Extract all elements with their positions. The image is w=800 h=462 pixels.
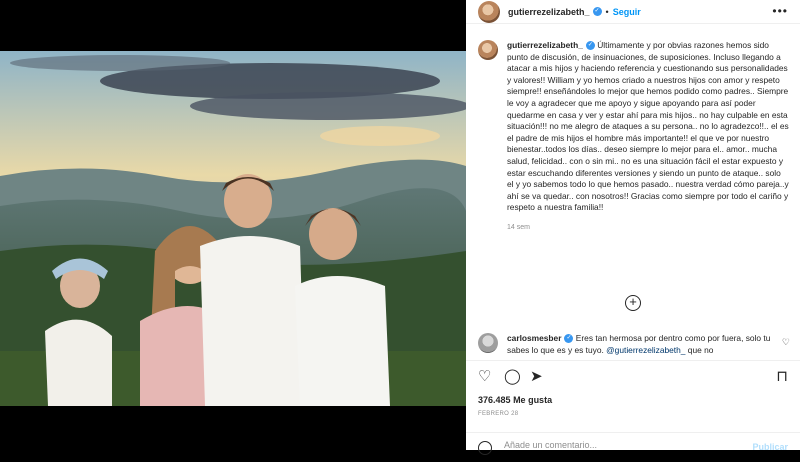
plus-circle-icon[interactable]: +	[625, 295, 641, 311]
comment-body: carlosmesber ✓ Eres tan hermosa por dentr…	[507, 333, 772, 356]
heart-icon[interactable]: ♡	[478, 369, 491, 384]
separator-dot: •	[605, 6, 609, 17]
more-options-icon[interactable]: •••	[772, 4, 788, 18]
comment-item: carlosmesber ✓ Eres tan hermosa por dentr…	[478, 333, 788, 356]
caption-timestamp[interactable]: 14 sem	[507, 222, 789, 234]
bookmark-icon[interactable]: ⊓	[776, 369, 788, 384]
comment-username[interactable]: carlosmesber	[507, 333, 561, 343]
post-caption: gutierrezelizabeth_ ✓ Últimamente y por o…	[478, 40, 790, 234]
add-comment-row: Publicar	[466, 432, 800, 462]
send-icon[interactable]: ➤	[530, 369, 543, 384]
caption-text: Últimamente y por obvias razones hemos s…	[507, 40, 789, 213]
add-comment-input[interactable]	[504, 440, 744, 450]
post-actions-bar: ♡ ◯ ➤ ⊓	[466, 360, 800, 390]
follow-button[interactable]: Seguir	[613, 7, 641, 17]
comment-icon[interactable]: ◯	[504, 369, 521, 384]
caption-avatar[interactable]	[478, 40, 498, 60]
caption-body: gutierrezelizabeth_ ✓ Últimamente y por o…	[507, 40, 789, 234]
comment-like-heart-icon[interactable]: ♡	[782, 337, 790, 348]
post-header: gutierrezelizabeth_ ✓ • Seguir •••	[466, 0, 800, 24]
publish-button[interactable]: Publicar	[752, 442, 788, 452]
post-side-panel: gutierrezelizabeth_ ✓ • Seguir ••• gutie…	[466, 0, 800, 455]
author-avatar[interactable]	[478, 0, 500, 23]
comment-text-end: que no	[685, 344, 714, 355]
caption-username[interactable]: gutierrezelizabeth_	[507, 40, 583, 50]
verified-badge-icon: ✓	[585, 41, 595, 51]
post-photo[interactable]	[0, 51, 466, 406]
comment-mention[interactable]: @gutierrezelizabeth_	[606, 345, 685, 355]
likes-number: 376.485	[478, 395, 511, 405]
emoji-icon[interactable]	[478, 441, 492, 455]
instagram-post-modal: gutierrezelizabeth_ ✓ • Seguir ••• gutie…	[0, 0, 800, 455]
family-photo-illustration	[0, 51, 466, 406]
author-username[interactable]: gutierrezelizabeth_	[508, 7, 590, 17]
verified-badge-icon: ✓	[592, 7, 602, 16]
commenter-avatar[interactable]	[478, 333, 498, 353]
post-date: FEBRERO 28	[478, 411, 519, 417]
likes-label: Me gusta	[513, 395, 553, 405]
likes-count[interactable]: 376.485 Me gusta	[478, 395, 552, 405]
